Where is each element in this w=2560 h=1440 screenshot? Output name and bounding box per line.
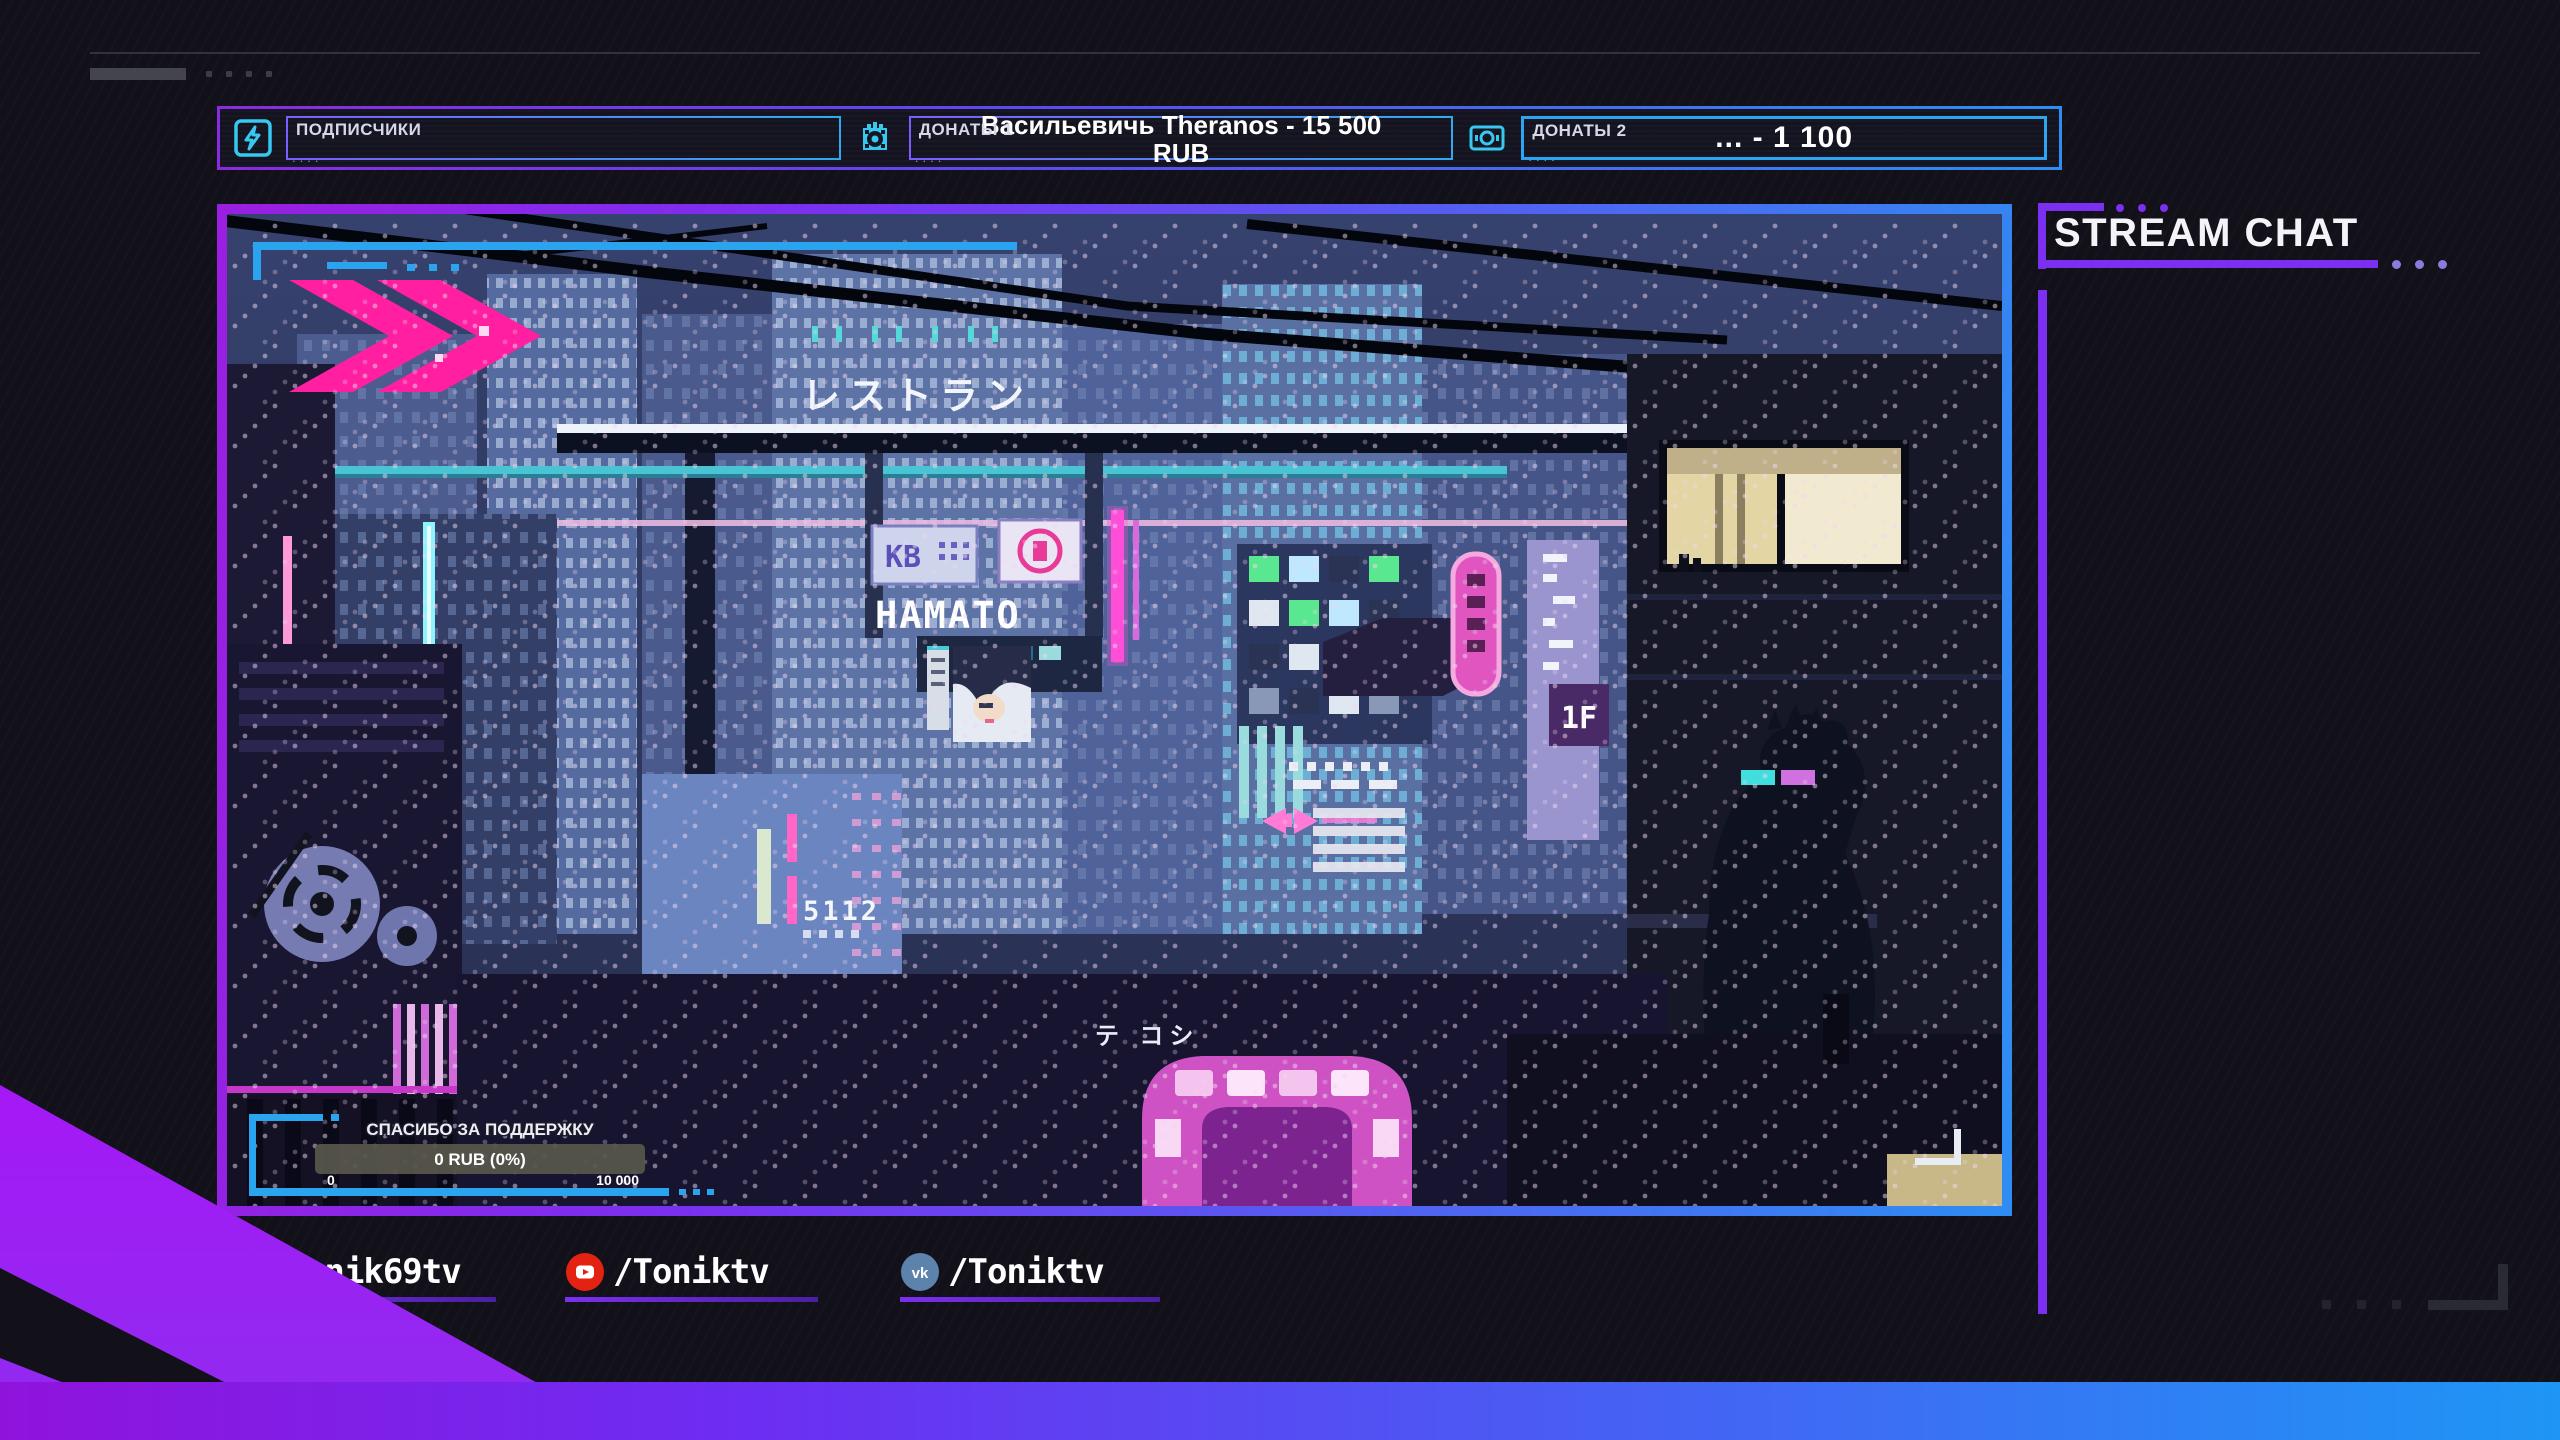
bottom-right-bracket-h: [2428, 1300, 2508, 1310]
subscribers-corner-dots: ....: [292, 150, 323, 165]
donations2-label: ДОНАТЫ 2: [1532, 121, 1627, 140]
social-vk[interactable]: vk /Toniktv: [900, 1246, 1160, 1302]
donations2-corner-dots: ....: [1528, 149, 1559, 164]
widget-topbar: ПОДПИСЧИКИ .... ДОНАТЫ 1 Васильевичь The…: [217, 106, 2062, 170]
subscribers-widget: ПОДПИСЧИКИ ....: [286, 116, 841, 165]
bottom-gradient-strip: [0, 1382, 2560, 1440]
donations1-widget: ДОНАТЫ 1 Васильевичь Theranos - 15 500 R…: [908, 111, 1454, 167]
camera-icon: [862, 122, 887, 150]
vk-underline: [900, 1297, 1160, 1302]
donations2-widget: ДОНАТЫ 2 ... - 1 100 ....: [1521, 116, 2047, 164]
chat-underline: [2038, 260, 2378, 268]
top-divider-segment: [90, 68, 186, 80]
banknote-icon: [1469, 125, 1505, 151]
stream-overlay-page: ПОДПИСЧИКИ .... ДОНАТЫ 1 Васильевичь The…: [0, 0, 2560, 1440]
svg-text:vk: vk: [912, 1265, 929, 1282]
bottom-right-dots: [2322, 1300, 2401, 1309]
chat-underline-dots: [2392, 260, 2447, 269]
chat-title: STREAM CHAT: [2054, 211, 2359, 255]
donations1-corner-dots: ....: [914, 150, 946, 165]
subscribers-label: ПОДПИСЧИКИ: [296, 120, 422, 139]
vk-handle: /Toniktv: [948, 1252, 1105, 1292]
vk-icon: vk: [901, 1253, 939, 1291]
corner-diagonal-decor: [0, 1085, 640, 1440]
chat-vertical-line: [2038, 290, 2047, 1314]
donations1-label: ДОНАТЫ 1: [918, 120, 1014, 139]
top-divider-dots: [206, 71, 272, 77]
follower-icon: [234, 119, 272, 157]
chat-bracket-top: [2038, 203, 2104, 211]
donations1-value: Васильевичь Theranos - 15 500 RUB: [980, 109, 1382, 168]
donations2-value: ... - 1 100: [1715, 120, 1854, 154]
top-divider-line: [90, 52, 2480, 54]
